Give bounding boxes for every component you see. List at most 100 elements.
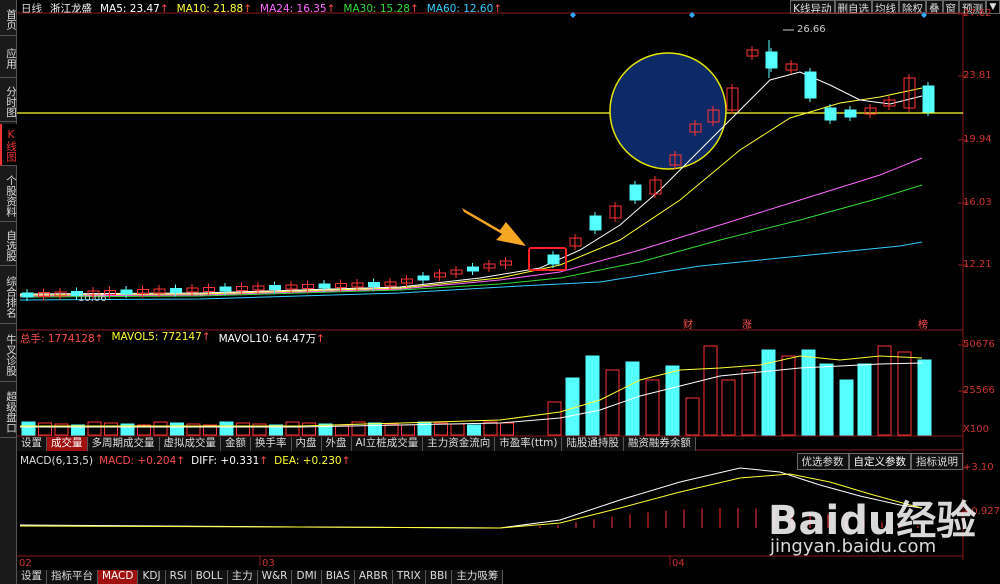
volume-bar xyxy=(236,422,250,436)
mavol5-label: MAVOL5: 772147↑ xyxy=(111,331,211,343)
volume-bar xyxy=(368,422,382,436)
volume-bar xyxy=(839,379,854,436)
mavol10-line xyxy=(20,362,923,428)
candle-body xyxy=(417,275,430,281)
tab-wr[interactable]: W&R xyxy=(257,570,293,584)
macd-buttons: 优选参数 自定义参数 指标说明 xyxy=(796,453,963,470)
candle-body xyxy=(804,71,817,99)
ma24-line xyxy=(19,157,923,297)
custom-params-button[interactable]: 自定义参数 xyxy=(848,453,911,470)
optimal-params-button[interactable]: 优选参数 xyxy=(796,453,849,470)
macd-title: MACD(6,13,5) xyxy=(20,455,94,467)
volume-bar xyxy=(703,345,718,436)
volume-bar xyxy=(285,421,300,436)
tab-margin-balance[interactable]: 融资融券余额 xyxy=(623,437,696,451)
tab-turnover[interactable]: 换手率 xyxy=(251,437,292,451)
volume-bar xyxy=(170,422,184,436)
tab-accumulation[interactable]: 主力吸筹 xyxy=(452,570,504,584)
event-marker-zhang[interactable]: 涨 xyxy=(742,316,752,331)
volume-bar xyxy=(302,422,316,436)
volume-bar xyxy=(877,345,892,436)
price-tick-5: 12.21 xyxy=(963,259,992,270)
volume-bar xyxy=(917,359,932,436)
date-tick-2: 03 xyxy=(262,558,275,569)
candlesticks xyxy=(21,40,935,301)
price-tick-4: 16.03 xyxy=(963,197,992,208)
tab-northbound-holdings[interactable]: 陆股通持股 xyxy=(562,437,624,451)
arrow-icon xyxy=(462,208,526,246)
volume-bar xyxy=(104,422,118,436)
tab-virtual-volume[interactable]: 虚拟成交量 xyxy=(159,437,221,451)
tab-indicator-platform[interactable]: 指标平台 xyxy=(47,570,98,584)
high-price-label: 26.66 xyxy=(797,24,826,35)
volume-bar xyxy=(897,351,912,436)
volume-bar xyxy=(741,369,756,436)
tab-indicator-settings[interactable]: 设置 xyxy=(17,570,47,584)
volume-bar xyxy=(483,421,498,436)
macd-tick-1: +3.10 xyxy=(963,462,994,473)
volume-bar xyxy=(685,397,700,436)
volume-bar xyxy=(21,421,36,436)
highlight-circle xyxy=(609,52,727,170)
indicator-help-button[interactable]: 指标说明 xyxy=(911,453,963,470)
watermark-url: jingyan.baidu.com xyxy=(770,536,937,557)
tab-capital-flow[interactable]: 主力资金流向 xyxy=(423,437,496,451)
volume-bar xyxy=(450,423,465,436)
candle-body xyxy=(269,285,281,290)
diff-value: DIFF: +0.331↑ xyxy=(191,455,269,467)
tab-bias[interactable]: BIAS xyxy=(321,570,355,584)
indicator-tabs: 设置 指标平台 MACD KDJ RSI BOLL 主力 W&R DMI BIA… xyxy=(17,570,504,584)
candle-body xyxy=(922,85,935,113)
tab-kdj[interactable]: KDJ xyxy=(138,570,166,584)
tab-outer-volume[interactable]: 外盘 xyxy=(321,437,352,451)
tab-multi-period-volume[interactable]: 多周期成交量 xyxy=(87,437,160,451)
volume-bar xyxy=(665,365,680,436)
event-marker-bang[interactable]: 榜 xyxy=(918,316,928,331)
candle-body xyxy=(629,184,642,201)
macd-value: MACD: +0.204↑ xyxy=(99,455,186,467)
volume-bars xyxy=(21,345,932,436)
tab-ai-volume[interactable]: AI立桩成交量 xyxy=(351,437,424,451)
event-marker-cai[interactable]: 财 xyxy=(683,316,693,331)
tab-arbr[interactable]: ARBR xyxy=(354,570,393,584)
candle-body xyxy=(21,292,34,298)
volume-bar xyxy=(434,422,448,436)
tab-bbi[interactable]: BBI xyxy=(425,570,453,584)
tab-boll[interactable]: BOLL xyxy=(191,570,228,584)
volume-bar xyxy=(153,421,168,436)
mavol10-label: MAVOL10: 64.47万↑ xyxy=(218,333,325,345)
candle-body xyxy=(589,215,602,231)
low-price-label: 10.06 xyxy=(78,293,107,304)
date-tick-1: 02 xyxy=(19,558,32,569)
mavol5-line xyxy=(20,355,923,427)
tab-settings[interactable]: 设置 xyxy=(17,437,47,451)
candle-body xyxy=(547,254,560,265)
tab-dmi[interactable]: DMI xyxy=(292,570,322,584)
candle-body xyxy=(318,283,331,289)
candle-body xyxy=(219,286,232,292)
price-tick-3: 19.94 xyxy=(963,134,992,145)
volume-bar xyxy=(721,379,736,436)
tab-amount[interactable]: 金额 xyxy=(221,437,251,451)
volume-bar xyxy=(87,421,102,436)
volume-bar xyxy=(467,424,481,436)
ma5-line xyxy=(19,71,923,295)
candle-body xyxy=(170,288,182,293)
volume-bar xyxy=(857,363,872,436)
volume-bar xyxy=(38,422,52,436)
volume-header: 总手: 1774128↑ MAVOL5: 772147↑ MAVOL10: 64… xyxy=(20,331,325,346)
tab-trix[interactable]: TRIX xyxy=(392,570,426,584)
tab-macd[interactable]: MACD xyxy=(98,570,139,584)
volume-bar xyxy=(819,363,834,436)
tab-inner-volume[interactable]: 内盘 xyxy=(291,437,322,451)
price-tick-2: 23.81 xyxy=(963,70,992,81)
volume-bar xyxy=(801,349,816,436)
candle-body xyxy=(368,282,380,287)
tab-main-force[interactable]: 主力 xyxy=(227,570,258,584)
macd-header: MACD(6,13,5) MACD: +0.204↑ DIFF: +0.331↑… xyxy=(20,455,350,467)
tab-rsi[interactable]: RSI xyxy=(165,570,192,584)
volume-tick-2: 25566 xyxy=(963,385,995,396)
ma10-line xyxy=(19,87,923,296)
tab-volume[interactable]: 成交量 xyxy=(47,437,88,451)
tab-pe-ttm[interactable]: 市盈率(ttm) xyxy=(495,437,563,451)
